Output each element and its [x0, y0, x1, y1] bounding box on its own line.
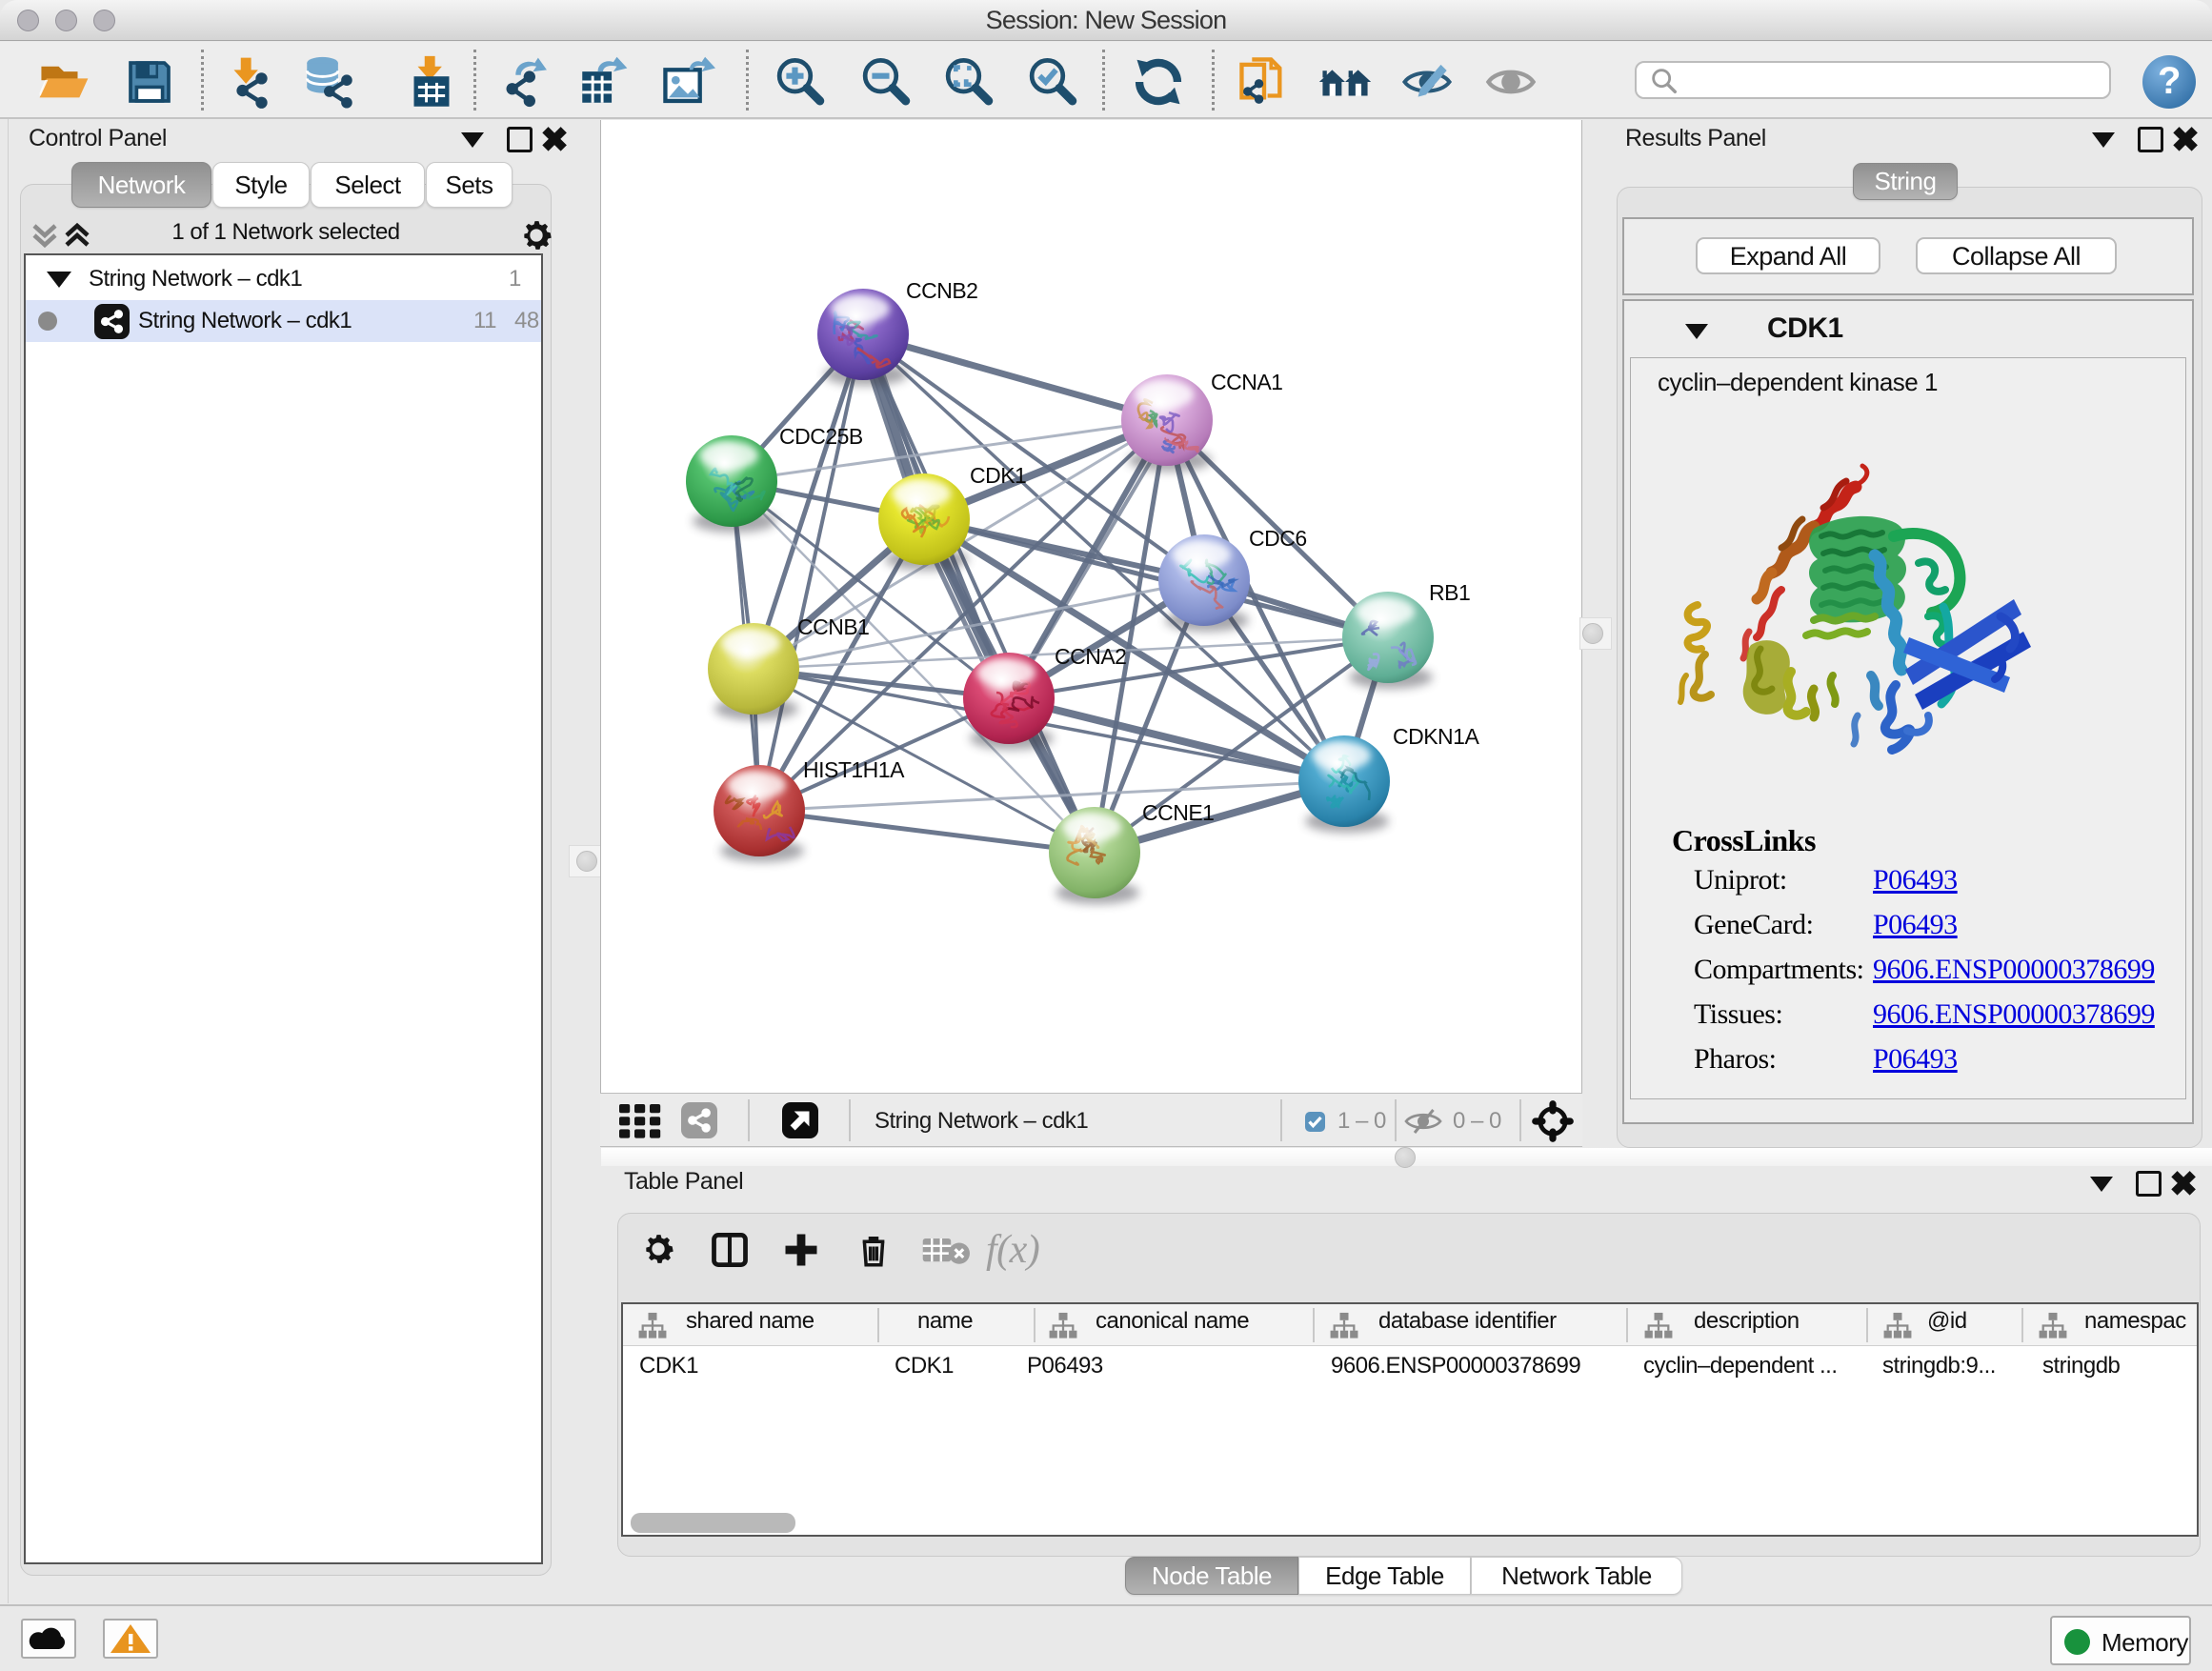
svg-text:HIST1H1A: HIST1H1A [803, 757, 905, 782]
svg-text:CCNE1: CCNE1 [1142, 800, 1214, 825]
svg-text:CDKN1A: CDKN1A [1393, 724, 1479, 749]
svg-text:CDC25B: CDC25B [779, 424, 863, 449]
svg-text:CCNB1: CCNB1 [797, 614, 869, 639]
svg-text:CCNA2: CCNA2 [1055, 644, 1126, 669]
svg-text:CDK1: CDK1 [970, 463, 1026, 488]
svg-text:CDC6: CDC6 [1249, 526, 1307, 551]
svg-text:RB1: RB1 [1429, 580, 1470, 605]
svg-text:CCNB2: CCNB2 [906, 278, 977, 303]
svg-text:CCNA1: CCNA1 [1211, 370, 1282, 394]
